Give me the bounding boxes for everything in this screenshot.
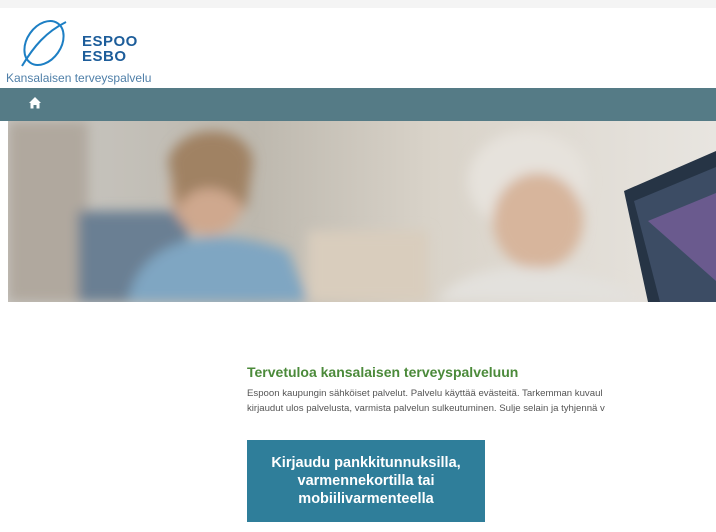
main-navbar xyxy=(0,88,716,121)
intro-text: Espoon kaupungin sähköiset palvelut. Pal… xyxy=(247,386,716,416)
espoo-logo-mark-icon xyxy=(21,20,67,67)
home-icon[interactable] xyxy=(28,96,42,112)
espoo-logo-text: ESPOO ESBO xyxy=(82,34,138,64)
top-strip xyxy=(0,0,716,8)
site-header: ESPOO ESBO Kansalaisen terveyspalvelu xyxy=(0,8,716,88)
page: ESPOO ESBO Kansalaisen terveyspalvelu Te… xyxy=(0,0,716,532)
welcome-title: Tervetuloa kansalaisen terveyspalveluun xyxy=(247,364,519,380)
intro-line-1: Espoon kaupungin sähköiset palvelut. Pal… xyxy=(247,388,603,399)
bank-login-button[interactable]: Kirjaudu pankkitunnuksilla, varmennekort… xyxy=(247,440,485,522)
intro-line-2: kirjaudut ulos palvelusta, varmista palv… xyxy=(247,403,605,414)
logo-line-espoo: ESPOO xyxy=(82,33,138,50)
logo-line-esbo: ESBO xyxy=(82,48,127,65)
hero-photo-nurse-and-patient xyxy=(8,121,716,302)
hero-image xyxy=(8,121,716,302)
service-title-link[interactable]: Kansalaisen terveyspalvelu xyxy=(6,71,151,85)
espoo-logo[interactable]: ESPOO ESBO xyxy=(14,16,154,70)
welcome-section: Tervetuloa kansalaisen terveyspalveluun … xyxy=(247,364,716,416)
